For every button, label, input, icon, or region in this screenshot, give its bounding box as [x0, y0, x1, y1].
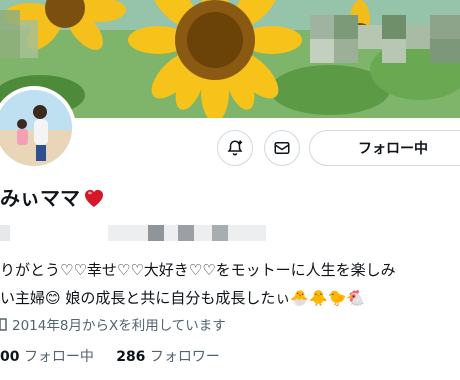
followers-link[interactable]: 286 フォロワー [116, 349, 220, 365]
profile-banner[interactable] [0, 0, 460, 118]
following-label: フォロー中 [23, 349, 94, 365]
avatar[interactable] [0, 86, 76, 170]
followers-label: フォロワー [149, 349, 220, 365]
handle-censor [0, 225, 10, 241]
heart-icon [85, 189, 103, 207]
joined-date: 2014年8月からXを利用しています [0, 314, 226, 334]
following-count: 00 [0, 349, 20, 365]
following-button[interactable]: フォロー中 [309, 130, 460, 166]
bio-line-1: りがとう♡♡幸せ♡♡大好き♡♡をモットーに人生を楽しみ [0, 261, 396, 279]
calendar-icon [0, 318, 7, 331]
notify-button[interactable] [217, 130, 253, 166]
handle-mosaic [108, 225, 266, 241]
bio-line-2: い主婦😊 娘の成長と共に自分も成長したぃ🐣🐥🐤🐔 [0, 289, 366, 307]
joined-date-text: 2014年8月からXを利用しています [12, 318, 226, 334]
display-name-text: みぃママ [0, 186, 80, 210]
bell-plus-icon [227, 140, 243, 156]
following-link[interactable]: 00 フォロー中 [0, 349, 94, 365]
bio: りがとう♡♡幸せ♡♡大好き♡♡をモットーに人生を楽しみ い主婦😊 娘の成長と共に… [0, 256, 396, 312]
message-button[interactable] [264, 130, 300, 166]
follow-stats: 00 フォロー中 286 フォロワー [0, 346, 220, 366]
following-button-label: フォロー中 [358, 141, 428, 157]
envelope-icon [274, 142, 290, 154]
banner-sunflowers [0, 0, 460, 118]
followers-count: 286 [116, 349, 146, 365]
display-name: みぃママ [0, 182, 106, 211]
avatar-photo [0, 90, 72, 166]
